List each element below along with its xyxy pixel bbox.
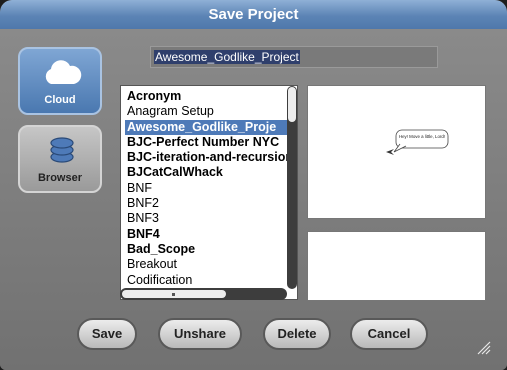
list-vertical-scrollbar[interactable] [287, 86, 297, 289]
list-horizontal-scrollbar[interactable] [120, 288, 287, 300]
cancel-button[interactable]: Cancel [350, 318, 428, 350]
list-item[interactable]: BNF4 [127, 227, 160, 242]
unshare-button[interactable]: Unshare [158, 318, 242, 350]
browser-source-label: Browser [37, 172, 83, 184]
stage-thumbnail-art: Hey! Move a little, Lord! [386, 129, 449, 155]
list-item[interactable]: Acronym [127, 89, 181, 104]
database-icon [50, 137, 74, 163]
project-name-field[interactable]: Awesome_Godlike_Project [150, 46, 438, 68]
resize-handle-icon[interactable] [472, 336, 492, 356]
list-item[interactable]: BNF3 [127, 211, 159, 226]
scroll-grip-dot [172, 293, 175, 296]
cloud-source-button[interactable]: Cloud [18, 47, 102, 115]
list-item[interactable]: BNF [127, 181, 152, 196]
project-notes-field[interactable] [307, 231, 486, 301]
list-item[interactable]: Breakout [127, 257, 177, 272]
list-item[interactable]: Anagram Setup [127, 104, 214, 119]
project-thumbnail: Hey! Move a little, Lord! [307, 85, 486, 219]
sprite-arrow-icon [386, 149, 394, 155]
cloud-source-label: Cloud [44, 94, 76, 106]
list-item[interactable]: BJCatCalWhack [127, 165, 223, 180]
cloud-icon [45, 60, 82, 84]
project-name-text: Awesome_Godlike_Project [154, 50, 300, 64]
browser-source-button[interactable]: Browser [18, 125, 102, 193]
list-item[interactable]: Codification [127, 273, 192, 288]
dialog-title: Save Project [208, 6, 299, 23]
list-item[interactable]: Bad_Scope [127, 242, 195, 257]
list-item-selected[interactable]: Awesome_Godlike_Proje [125, 120, 287, 135]
title-bar[interactable]: Save Project [0, 0, 507, 29]
delete-button[interactable]: Delete [263, 318, 331, 350]
save-button[interactable]: Save [77, 318, 137, 350]
list-item[interactable]: BJC-iteration-and-recursion [127, 150, 293, 165]
project-list[interactable]: Acronym Anagram Setup Awesome_Godlike_Pr… [120, 85, 298, 300]
save-project-dialog: Save Project Awesome_Godlike_Project Clo… [0, 0, 507, 370]
vertical-scroll-thumb[interactable] [288, 87, 296, 122]
list-item[interactable]: BJC-Perfect Number NYC [127, 135, 279, 150]
horizontal-scroll-thumb[interactable] [122, 290, 226, 298]
speech-bubble-text: Hey! Move a little, Lord! [399, 134, 445, 139]
list-item[interactable]: BNF2 [127, 196, 159, 211]
